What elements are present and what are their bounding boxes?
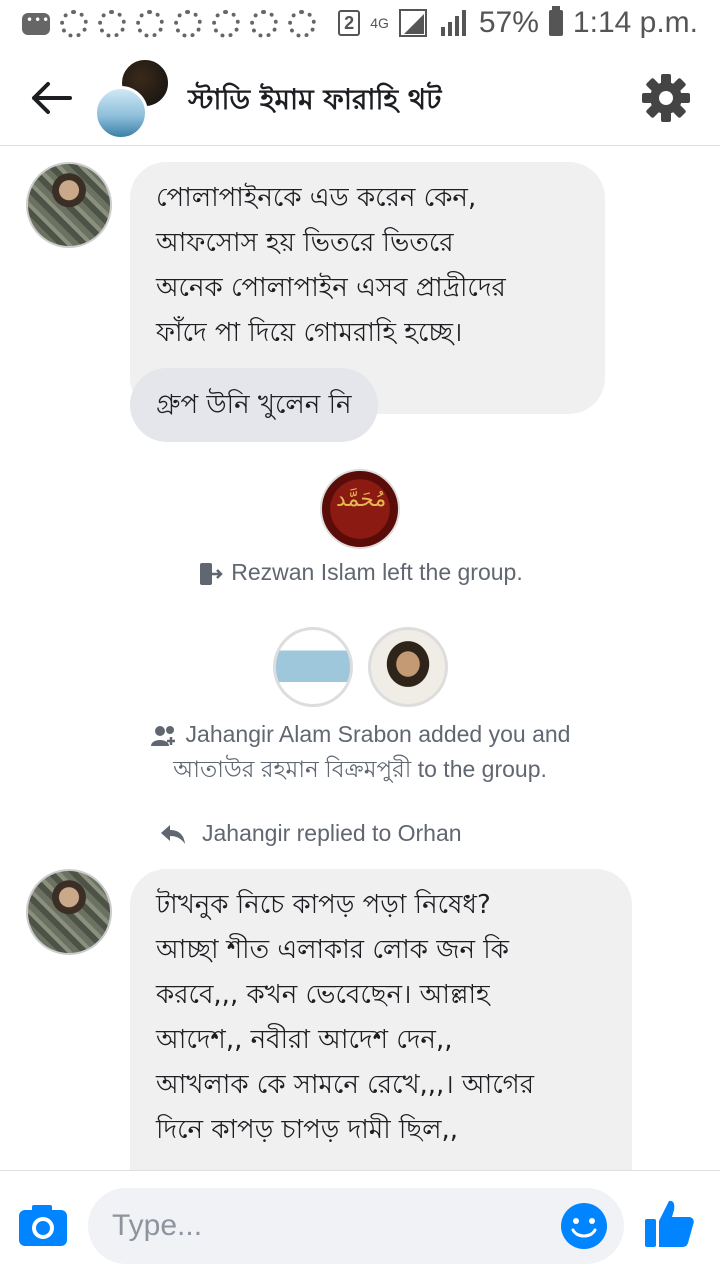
notification-icons: [22, 10, 316, 38]
notification-ring-icon: [174, 10, 202, 38]
notification-ring-icon: [288, 10, 316, 38]
group-title[interactable]: স্টাডি ইমাম ফারাহি থট: [188, 78, 441, 125]
smiley-icon[interactable]: [560, 1202, 608, 1250]
sim-slot-badge: 2: [338, 10, 361, 36]
member-avatar[interactable]: [368, 627, 448, 707]
battery-percent: 57%: [478, 6, 539, 39]
message-line: দিনে কাপড় চাপড় দামী ছিল,,: [156, 1115, 459, 1145]
camera-icon[interactable]: [18, 1203, 68, 1247]
notification-ring-icon: [98, 10, 126, 38]
group-member-avatar: [94, 86, 148, 140]
member-avatar[interactable]: [273, 627, 353, 707]
message-line: পোলাপাইনকে এড করেন কেন,: [156, 183, 477, 213]
sender-avatar[interactable]: [26, 869, 112, 955]
notification-ring-icon: [136, 10, 164, 38]
added-notice-line1: Jahangir Alam Srabon added you and: [185, 721, 571, 747]
cell-signal-icon: [440, 10, 466, 36]
group-avatar[interactable]: [92, 56, 176, 140]
added-to-group-notice: Jahangir Alam Srabon added you and আতাউর…: [0, 717, 720, 787]
network-type: 4G: [370, 15, 389, 31]
battery-icon: [548, 6, 563, 36]
notification-ring-icon: [60, 10, 88, 38]
message-line: ফাঁদে পা দিয়ে গোমরাহি হচ্ছে।: [156, 318, 463, 348]
message-line: আফসোস হয় ভিতরে ভিতরে: [156, 228, 454, 258]
sender-avatar[interactable]: [26, 162, 112, 248]
wifi-signal-icon: [398, 9, 427, 37]
clock: 1:14 p.m.: [572, 6, 698, 39]
added-notice-line2: আতাউর রহমান বিক্রমপুরী to the group.: [173, 756, 547, 782]
message-bubble[interactable]: গ্রুপ উনি খুলেন নি: [130, 368, 378, 442]
message-line: করবে,,, কখন ভেবেছেন। আল্লাহ: [156, 980, 490, 1010]
reply-label: Jahangir replied to Orhan: [202, 820, 462, 846]
message-line: টাখনুক নিচে কাপড় পড়া নিষেধ?: [156, 890, 491, 920]
notification-ring-icon: [212, 10, 240, 38]
reply-indicator: Jahangir replied to Orhan: [160, 820, 462, 847]
left-group-text: Rezwan Islam left the group.: [231, 559, 523, 585]
message-line: আদেশ,, নবীরা আদেশ দেন,,: [156, 1025, 453, 1055]
member-avatar[interactable]: [320, 469, 400, 549]
notification-ring-icon: [250, 10, 278, 38]
add-people-icon: [150, 725, 175, 746]
message-line: অনেক পোলাপাইন এসব প্রাদ্রীদের: [156, 273, 506, 303]
exit-door-icon: [200, 562, 224, 585]
message-notification-icon: [22, 13, 50, 35]
system-status: 2 4G 57% 1:14 p.m.: [338, 6, 698, 40]
left-group-notice: Rezwan Islam left the group.: [0, 559, 720, 587]
message-bubble[interactable]: টাখনুক নিচে কাপড় পড়া নিষেধ? আচ্ছা শীত …: [130, 869, 632, 1170]
chat-header: স্টাডি ইমাম ফারাহি থট: [0, 50, 720, 146]
status-bar: 2 4G 57% 1:14 p.m.: [0, 0, 720, 50]
back-arrow-icon[interactable]: [26, 76, 76, 120]
gear-icon[interactable]: [640, 72, 692, 124]
message-line: আখলাক কে সামনে রেখে,,,। আগের: [156, 1070, 535, 1100]
message-thread[interactable]: পোলাপাইনকে এড করেন কেন, আফসোস হয় ভিতরে …: [0, 147, 720, 1170]
message-composer: [0, 1170, 720, 1280]
message-input[interactable]: [88, 1188, 624, 1264]
message-line: আচ্ছা শীত এলাকার লোক জন কি: [156, 935, 509, 965]
reply-arrow-icon: [161, 824, 185, 844]
thumbs-up-icon[interactable]: [644, 1197, 696, 1249]
